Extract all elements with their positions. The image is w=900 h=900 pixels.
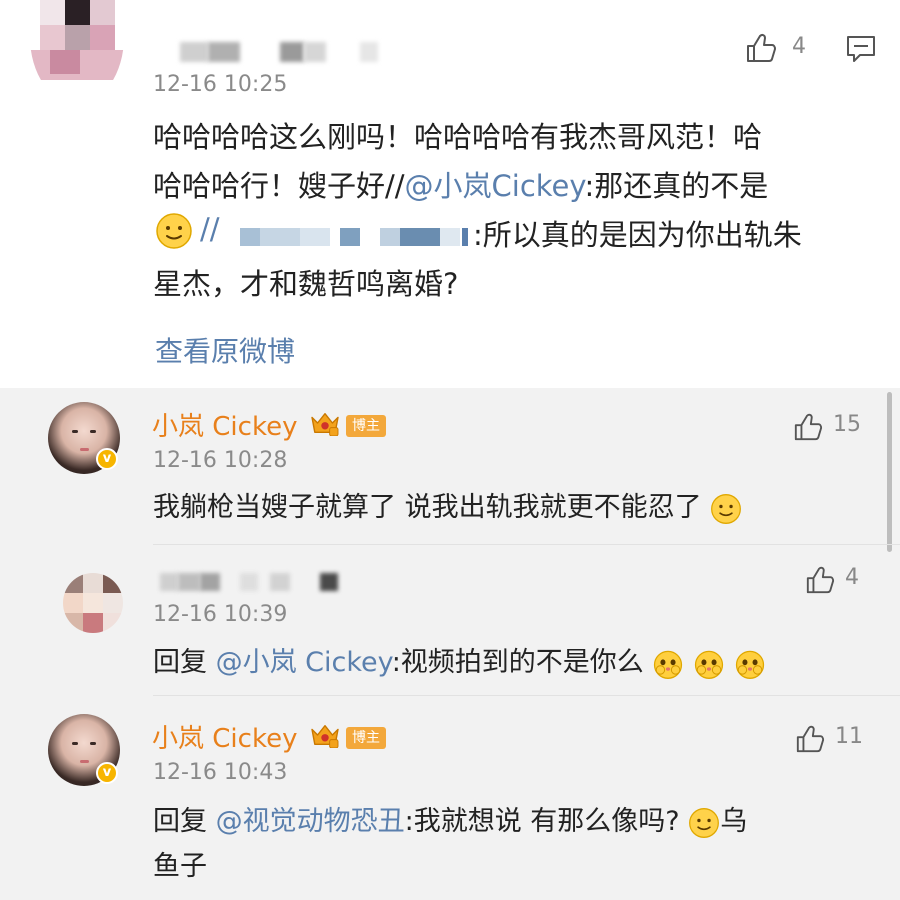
shy-emoji-icon xyxy=(654,650,683,679)
thumbs-up-icon xyxy=(794,413,823,441)
reply-time: 12-16 10:43 xyxy=(153,760,288,785)
comment-text: 哈哈哈行！嫂子好// xyxy=(153,169,405,203)
reply-text-content: :我就想说 有那么像吗? xyxy=(404,806,680,837)
separator: // xyxy=(200,212,220,246)
reply-item: v 小岚 Cickey 博主 12-16 10:43 11 回复 @视觉动物恐丑… xyxy=(0,696,900,900)
reply-text-line-2: 鱼子 xyxy=(153,851,207,882)
reply-text-content: 我躺枪当嫂子就算了 说我出轨我就更不能忍了 xyxy=(153,492,702,523)
blurred-username[interactable] xyxy=(180,40,380,64)
like-count: 15 xyxy=(833,412,861,437)
comment-time: 12-16 10:25 xyxy=(153,72,288,97)
reply-text-content: :视频拍到的不是你么 xyxy=(391,647,644,678)
reply-time: 12-16 10:28 xyxy=(153,448,288,473)
comment-line-2: 哈哈哈行！嫂子好//@小岚Cickey:那还真的不是 xyxy=(153,163,768,205)
comment-text: :那还真的不是 xyxy=(584,169,769,203)
reply-item: 12-16 10:39 4 回复 @小岚 Cickey:视频拍到的不是你么 xyxy=(0,545,900,695)
comment-icon[interactable] xyxy=(846,34,876,64)
like-button[interactable]: 4 xyxy=(805,563,875,597)
like-count: 4 xyxy=(845,565,859,590)
shy-emoji-icon xyxy=(694,650,724,679)
like-count: 4 xyxy=(792,34,806,59)
reply-item: v 小岚 Cickey 博主 12-16 10:28 15 我躺枪当嫂子就算了 … xyxy=(0,388,900,544)
smile-emoji-icon xyxy=(711,493,742,524)
thumbs-up-icon xyxy=(806,566,835,594)
thumbs-up-icon xyxy=(796,725,825,753)
reply-text-tail: 乌 xyxy=(720,806,748,837)
like-button[interactable]: 11 xyxy=(795,722,875,756)
like-button[interactable]: 15 xyxy=(793,410,873,444)
blogger-badge: 博主 xyxy=(346,415,386,437)
crown-badge-icon xyxy=(311,413,339,436)
username[interactable]: 小岚 Cickey xyxy=(152,406,297,443)
blurred-username[interactable] xyxy=(160,571,350,593)
like-count: 11 xyxy=(835,724,863,749)
avatar[interactable] xyxy=(30,0,124,104)
reply-time: 12-16 10:39 xyxy=(153,602,288,627)
mention-link[interactable]: @视觉动物恐丑 xyxy=(216,806,405,837)
shy-emoji-icon xyxy=(735,650,764,679)
mention-link[interactable]: @小岚 Cickey xyxy=(216,647,392,678)
thumbs-up-icon xyxy=(747,33,776,62)
blurred-mention[interactable] xyxy=(240,224,470,246)
reply-prefix: 回复 xyxy=(153,647,216,678)
avatar[interactable] xyxy=(63,573,123,633)
comment-text: :所以真的是因为你出轨朱 xyxy=(473,218,802,252)
smile-emoji-icon xyxy=(156,213,192,249)
reply-text: 回复 @小岚 Cickey:视频拍到的不是你么 xyxy=(153,640,766,680)
blogger-badge: 博主 xyxy=(346,727,386,749)
smile-emoji-icon xyxy=(689,807,720,838)
reply-prefix: 回复 xyxy=(153,806,216,837)
comment-line-1: 哈哈哈哈这么刚吗！哈哈哈哈有我杰哥风范！哈 xyxy=(153,120,763,154)
comment-line-4: 星杰，才和魏哲鸣离婚? xyxy=(153,267,459,301)
username[interactable]: 小岚 Cickey xyxy=(152,718,297,755)
reply-text: 我躺枪当嫂子就算了 说我出轨我就更不能忍了 xyxy=(153,485,742,525)
mention-link[interactable]: @小岚Cickey xyxy=(405,169,585,203)
reply-text: 回复 @视觉动物恐丑:我就想说 有那么像吗? 乌 xyxy=(153,799,747,839)
like-button[interactable]: 4 xyxy=(745,32,815,66)
verified-v-icon: v xyxy=(96,762,118,784)
comment-line-3: // :所以真的是因为你出轨朱 xyxy=(155,210,875,254)
crown-badge-icon xyxy=(311,725,339,748)
view-original-link[interactable]: 查看原微博 xyxy=(155,330,295,370)
main-comment: 12-16 10:25 4 哈哈哈哈这么刚吗！哈哈哈哈有我杰哥风范！哈 哈哈哈行… xyxy=(0,0,900,388)
verified-v-icon: v xyxy=(96,448,118,470)
